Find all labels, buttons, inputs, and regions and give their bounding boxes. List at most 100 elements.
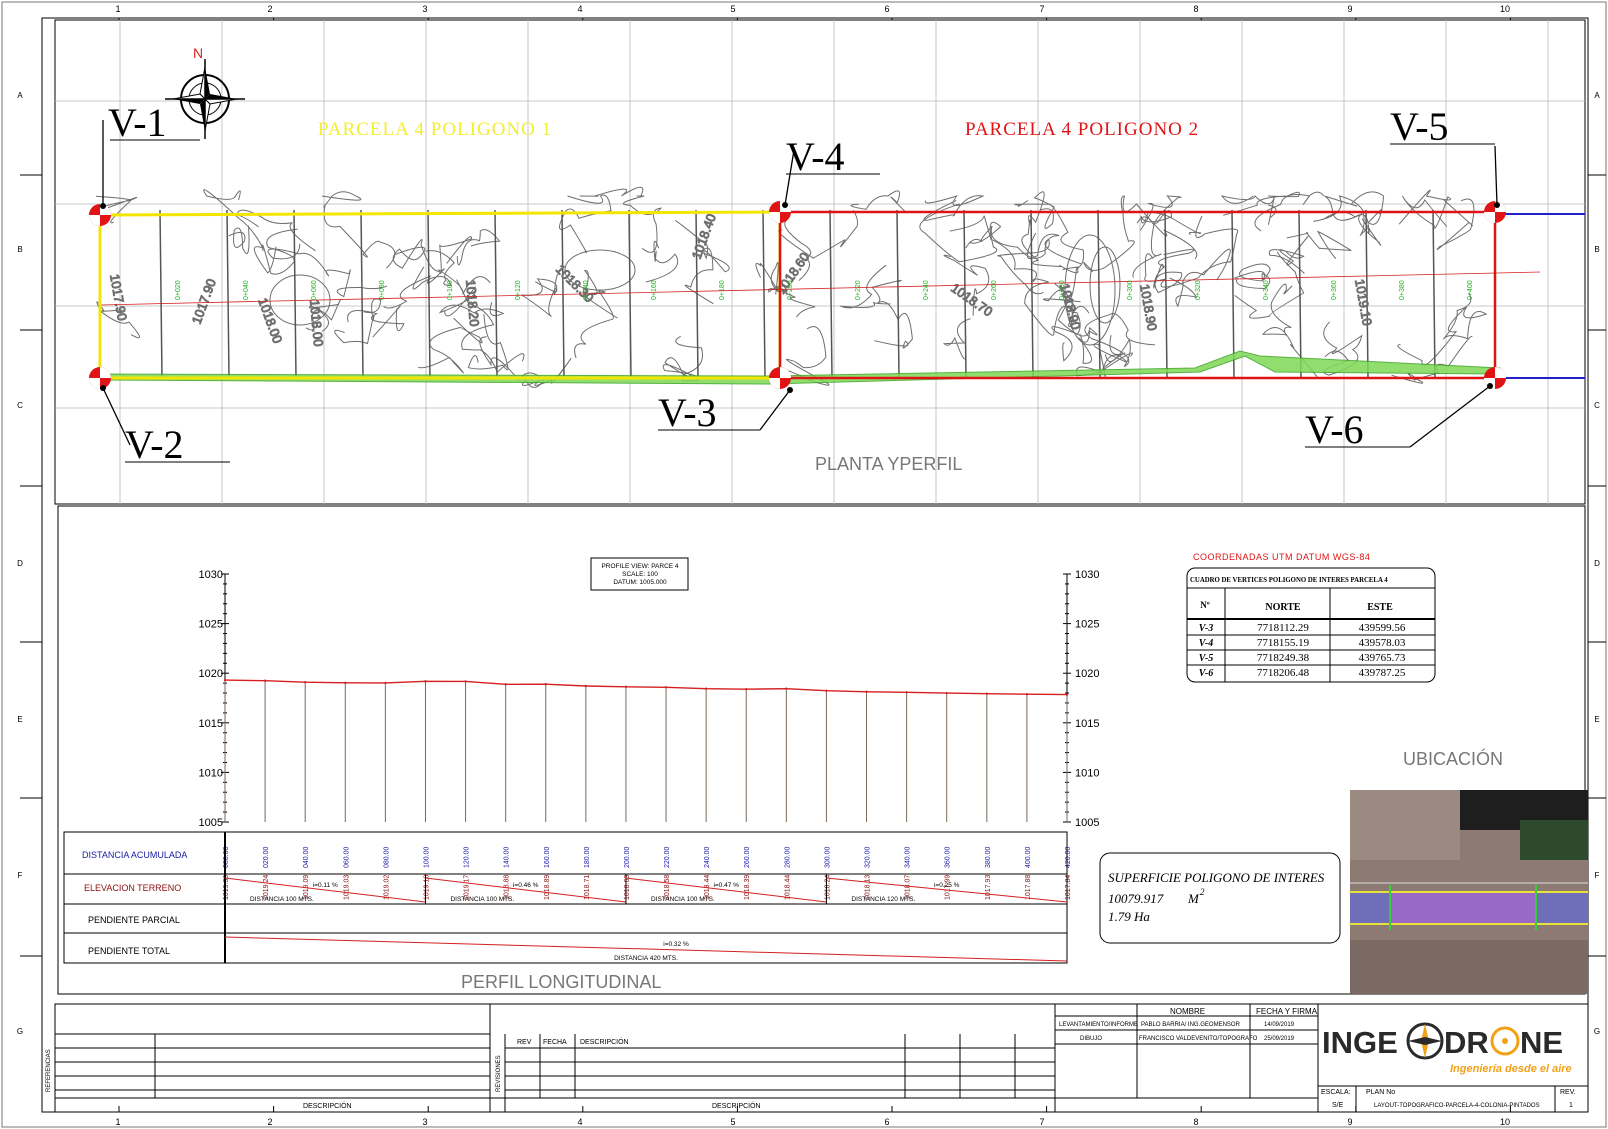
partial-slope-value: i=0.11 %: [313, 882, 338, 889]
profile-view-line3: DATUM: 1005.000: [613, 579, 667, 586]
frame-col-label-bottom: 7: [1039, 1117, 1044, 1127]
station-label: 0+020: [175, 280, 182, 300]
frame-col-label-bottom: 10: [1500, 1117, 1510, 1127]
elevation-label: 1018.39: [744, 875, 751, 900]
plan-no-value: LAYOUT-TOPOGRAFICO-PARCELA-4-COLONIA-PIN…: [1374, 1103, 1540, 1109]
profile-elevation-point: [785, 687, 788, 690]
coord-vertex: V-5: [1199, 653, 1213, 664]
frame-row-label-left: A: [17, 91, 23, 100]
station-label: 0+240: [923, 280, 930, 300]
frame-col-label-bottom: 8: [1193, 1117, 1198, 1127]
references-label: REFERENCIAS: [46, 1049, 52, 1092]
partial-slope-distance: DISTANCIA 100 MTS.: [250, 896, 314, 903]
station-label: 0+320: [1195, 280, 1202, 300]
logo-tagline: Ingeniería desde el aire: [1450, 1063, 1572, 1075]
distance-label: 260.00: [744, 846, 751, 868]
frame-col-label-top: 5: [730, 4, 735, 14]
distance-label: 300.00: [824, 846, 831, 868]
descripcion-label: DESCRIPCIÓN: [580, 1037, 629, 1046]
profile-y-tick-label-right: 1030: [1075, 569, 1099, 581]
vertex-label-v4: V-4: [786, 134, 845, 179]
profile-elevation-point: [263, 679, 267, 682]
frame-col-label-top: 3: [422, 4, 427, 14]
surface-unit-superscript: 2: [1200, 887, 1205, 897]
coord-este: 439787.25: [1359, 667, 1406, 679]
logo-text-dr: DR: [1444, 1025, 1489, 1060]
station-label: 0+060: [311, 280, 318, 300]
profile-elevation-point: [905, 691, 908, 694]
surface-unit-m2: M: [1187, 891, 1200, 906]
survey-role: LEVANTAMIENTO/INFORME: [1059, 1022, 1138, 1028]
leader-arrowhead: [782, 202, 788, 208]
profile-section-title: PERFIL LONGITUDINAL: [461, 972, 661, 992]
station-label: 0+200: [787, 280, 794, 300]
escala-label: ESCALA:: [1321, 1089, 1351, 1096]
frame-row-label-left: E: [17, 715, 22, 724]
descripcion-bottom-mid: DESCRIPCIÓN: [712, 1101, 761, 1110]
station-label: 0+100: [447, 280, 454, 300]
leader-arrowhead: [787, 387, 793, 393]
frame-row-label-right: A: [1594, 91, 1600, 100]
survey-name: PABLO BARRIA/ ING.GEOMENSOR: [1141, 1022, 1241, 1028]
frame-row-label-left: C: [17, 401, 23, 410]
profile-elevation-point: [745, 687, 748, 691]
partial-slope-value: i=0.47 %: [713, 882, 739, 889]
distance-label: 160.00: [544, 846, 551, 868]
profile-elevation-point: [504, 683, 507, 686]
frame-row-label-right: C: [1594, 401, 1600, 410]
coord-col-este: ESTE: [1367, 602, 1393, 613]
partial-slope-distance: DISTANCIA 100 MTS.: [651, 896, 715, 903]
row-label-total-slope: PENDIENTE TOTAL: [88, 946, 170, 956]
coord-col-no: Nº: [1200, 600, 1209, 610]
station-label: 0+300: [1127, 280, 1134, 300]
profile-elevation-point: [544, 683, 547, 686]
surface-area-ha: 1.79 Ha: [1108, 909, 1150, 924]
profile-y-tick-label-right: 1010: [1075, 767, 1099, 779]
station-label: 0+260: [991, 280, 998, 300]
logo-text-ne: NE: [1520, 1025, 1563, 1060]
leader-arrowhead: [1487, 383, 1493, 389]
location-title: UBICACIÓN: [1403, 748, 1503, 769]
vertex-label-v6: V-6: [1305, 407, 1364, 452]
frame-col-label-bottom: 1: [115, 1117, 120, 1127]
profile-view-line2: SCALE: 100: [622, 571, 658, 578]
coord-este: 439578.03: [1359, 637, 1406, 649]
elevation-label: 1018.89: [544, 875, 551, 900]
profile-elevation-point: [704, 687, 708, 690]
elevation-label: 1019.03: [343, 875, 350, 900]
distance-label: 340.00: [905, 846, 912, 868]
distance-label: 240.00: [704, 846, 711, 868]
station-label: 0+360: [1331, 280, 1338, 300]
station-label: 0+140: [583, 280, 590, 300]
vertex-label-v2: V-2: [125, 422, 184, 467]
coord-col-norte: NORTE: [1265, 602, 1301, 613]
coord-norte: 7718249.38: [1257, 652, 1310, 664]
partial-slope-distance: DISTANCIA 100 MTS.: [450, 896, 514, 903]
coordinates-table-title: CUADRO DE VERTICES POLIGONO DE INTERES P…: [1190, 577, 1388, 584]
fecha-label: FECHA: [543, 1039, 567, 1046]
elevation-label: 1017.84: [1065, 875, 1072, 900]
station-label: 0+180: [719, 280, 726, 300]
profile-view-line1: PROFILE VIEW: PARCE 4: [601, 563, 678, 570]
vertex-label-v1: V-1: [108, 100, 167, 145]
rev-label: REV: [517, 1039, 532, 1046]
frame-row-label-right: D: [1594, 559, 1600, 568]
escala-value: S/E: [1332, 1102, 1344, 1109]
profile-elevation-point: [825, 689, 828, 692]
station-label: 0+340: [1263, 280, 1270, 300]
profile-elevation-point: [384, 681, 387, 685]
frame-col-label-bottom: 3: [422, 1117, 427, 1127]
frame-col-label-top: 4: [577, 4, 582, 14]
frame-col-label-bottom: 2: [267, 1117, 272, 1127]
plan-section-title: PLANTA YPERFIL: [815, 454, 962, 474]
row-label-partial-slope: PENDIENTE PARCIAL: [88, 915, 180, 925]
profile-y-tick-label: 1005: [199, 817, 223, 829]
frame-col-label-top: 2: [267, 4, 272, 14]
frame-row-label-left: B: [17, 245, 22, 254]
station-label: 0+220: [855, 280, 862, 300]
distance-label: 100.00: [423, 846, 430, 868]
nombre-label: NOMBRE: [1170, 1007, 1205, 1016]
distance-label: 400.00: [1025, 846, 1032, 868]
station-label: 0+380: [1399, 280, 1406, 300]
coord-norte: 7718155.19: [1257, 637, 1310, 649]
